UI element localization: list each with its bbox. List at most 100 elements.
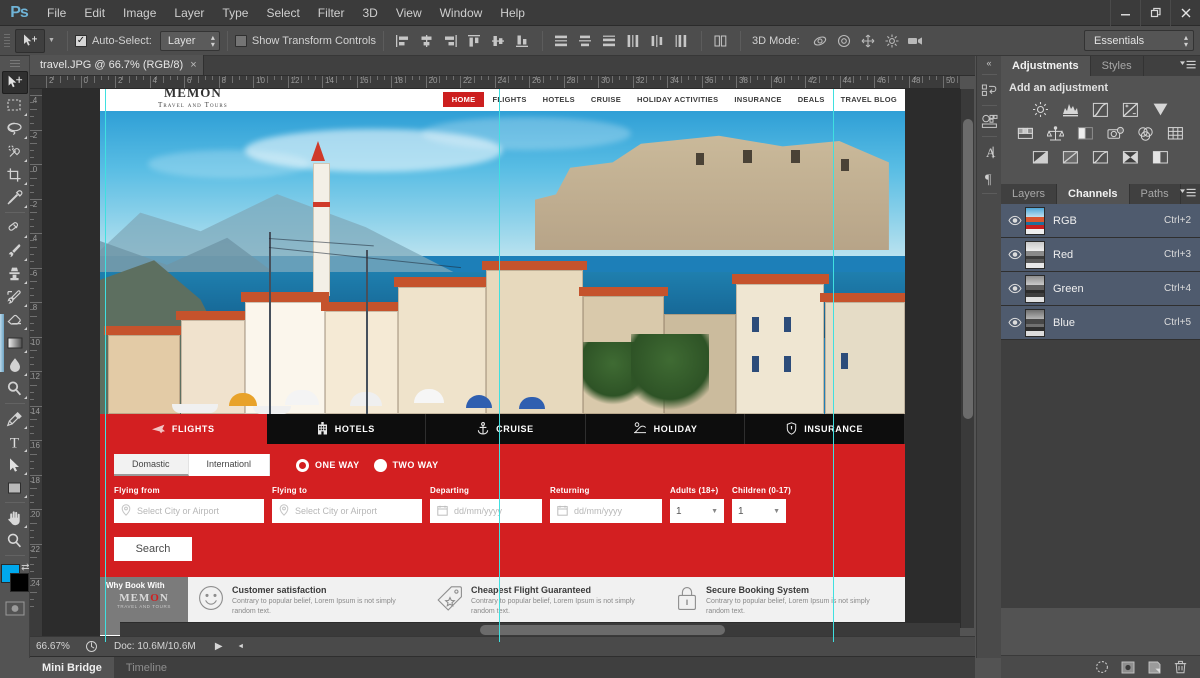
hue-saturation-icon[interactable]	[1016, 125, 1035, 142]
menu-select[interactable]: Select	[257, 2, 308, 24]
document-tab[interactable]: travel.JPG @ 66.7% (RGB/8) ×	[30, 55, 204, 75]
booking-tab-flights[interactable]: FLIGHTS	[100, 414, 267, 444]
hand-tool[interactable]	[2, 506, 28, 529]
rectangular-marquee-tool[interactable]	[2, 94, 28, 117]
3d-roll-icon[interactable]	[833, 30, 855, 52]
color-panel-icon[interactable]	[978, 108, 1001, 134]
pen-tool[interactable]	[2, 407, 28, 430]
children-select[interactable]: 1 ▼	[732, 499, 786, 523]
path-selection-tool[interactable]	[2, 453, 28, 476]
canvas-vertical-scrollbar[interactable]	[960, 89, 974, 628]
booking-tab-cruise[interactable]: CRUISE	[426, 414, 586, 444]
gradient-map-icon[interactable]	[1121, 149, 1140, 166]
save-selection-as-channel-icon[interactable]	[1120, 659, 1136, 675]
workspace-selector[interactable]: Essentials ▴ ▾	[1084, 30, 1194, 51]
dodge-tool[interactable]	[2, 377, 28, 400]
3d-slide-icon[interactable]	[881, 30, 903, 52]
close-button[interactable]	[1170, 0, 1200, 26]
menu-3d[interactable]: 3D	[353, 2, 386, 24]
menu-help[interactable]: Help	[491, 2, 534, 24]
horizontal-scroll-thumb[interactable]	[480, 625, 725, 635]
trip-scope-international[interactable]: Internationl	[188, 454, 271, 476]
channels-panel-menu-icon[interactable]	[1180, 188, 1196, 198]
tab-mini-bridge[interactable]: Mini Bridge	[30, 656, 114, 678]
tab-styles[interactable]: Styles	[1091, 56, 1144, 76]
menu-image[interactable]: Image	[114, 2, 165, 24]
channels-empty-area[interactable]	[1001, 340, 1200, 608]
threshold-icon[interactable]	[1091, 149, 1110, 166]
character-panel-icon[interactable]: A	[978, 139, 1001, 165]
minimize-button[interactable]	[1110, 0, 1140, 26]
topnav-hotels[interactable]: HOTELS	[535, 93, 583, 106]
tools-panel-grip[interactable]	[9, 58, 20, 68]
brightness-contrast-icon[interactable]	[1031, 101, 1050, 118]
load-channel-as-selection-icon[interactable]	[1094, 659, 1110, 675]
channel-row-rgb[interactable]: RGB Ctrl+2	[1001, 204, 1200, 238]
color-balance-icon[interactable]	[1046, 125, 1065, 142]
horizontal-type-tool[interactable]: T	[2, 430, 28, 453]
topnav-deals[interactable]: DEALS	[790, 93, 833, 106]
artboard[interactable]: MEMON Travel and Tours HOME FLIGHTS HOTE…	[100, 89, 905, 642]
align-left-edges-icon[interactable]	[392, 30, 414, 52]
zoom-tool[interactable]	[2, 529, 28, 552]
curves-icon[interactable]	[1091, 101, 1110, 118]
menu-filter[interactable]: Filter	[309, 2, 354, 24]
booking-tab-holiday[interactable]: HOLIDAY	[586, 414, 746, 444]
topnav-flights[interactable]: FLIGHTS	[484, 93, 534, 106]
rectangle-tool[interactable]	[2, 476, 28, 499]
menu-view[interactable]: View	[387, 2, 431, 24]
horizontal-ruler[interactable]: 2 0 2 4 6 8 10 12 14 16 18 20 22 24 26 28 30 32 34 36 38 40 42…	[30, 76, 960, 89]
distribute-top-edges-icon[interactable]	[551, 30, 573, 52]
vibrance-icon[interactable]	[1151, 101, 1170, 118]
crop-tool[interactable]	[2, 163, 28, 186]
clone-stamp-tool[interactable]	[2, 262, 28, 285]
distribute-right-edges-icon[interactable]	[671, 30, 693, 52]
guide-vertical-1[interactable]	[105, 89, 106, 642]
invert-icon[interactable]	[1031, 149, 1050, 166]
eye-icon[interactable]	[1005, 283, 1025, 294]
booking-tab-insurance[interactable]: INSURANCE	[745, 414, 905, 444]
menu-layer[interactable]: Layer	[165, 2, 213, 24]
channel-row-green[interactable]: Green Ctrl+4	[1001, 272, 1200, 306]
history-brush-tool[interactable]	[2, 285, 28, 308]
trip-type-one-way[interactable]: ONE WAY	[296, 458, 359, 472]
expand-dock-icon[interactable]: «	[986, 58, 991, 68]
align-right-edges-icon[interactable]	[440, 30, 462, 52]
menu-window[interactable]: Window	[431, 2, 492, 24]
eye-icon[interactable]	[1005, 249, 1025, 260]
color-swatches[interactable]: ⇄	[0, 562, 30, 592]
photo-filter-icon[interactable]	[1106, 125, 1125, 142]
trip-scope-domestic[interactable]: Domastic	[114, 454, 189, 476]
distribute-left-edges-icon[interactable]	[623, 30, 645, 52]
topnav-home[interactable]: HOME	[442, 92, 485, 107]
flying-from-input[interactable]: Select City or Airport	[114, 499, 264, 523]
tab-layers[interactable]: Layers	[1001, 184, 1058, 204]
topnav-insurance[interactable]: INSURANCE	[726, 93, 789, 106]
vertical-ruler[interactable]: 4 2 0 2 4 6 8 10 12 14 16 18 20 22 24	[30, 89, 43, 642]
topnav-travel-blog[interactable]: TRAVEL BLOG	[833, 93, 905, 106]
background-color-swatch[interactable]	[9, 573, 29, 592]
distribute-horizontal-centers-icon[interactable]	[647, 30, 669, 52]
adults-select[interactable]: 1 ▼	[670, 499, 724, 523]
zoom-level-field[interactable]: 66.67%	[30, 641, 80, 652]
menu-edit[interactable]: Edit	[75, 2, 114, 24]
selective-color-icon[interactable]	[1151, 149, 1170, 166]
eraser-tool[interactable]	[2, 308, 28, 331]
tab-adjustments[interactable]: Adjustments	[1001, 56, 1091, 76]
eye-icon[interactable]	[1005, 215, 1025, 226]
menu-type[interactable]: Type	[213, 2, 257, 24]
guide-vertical-3[interactable]	[833, 89, 834, 642]
guide-vertical-2[interactable]	[499, 89, 500, 642]
history-panel-icon[interactable]	[978, 77, 1001, 103]
trip-type-two-way[interactable]: TWO WAY	[373, 458, 439, 472]
returning-input[interactable]: dd/mm/yyyy	[550, 499, 662, 523]
canvas-area[interactable]: MEMON Travel and Tours HOME FLIGHTS HOTE…	[43, 89, 960, 642]
close-document-icon[interactable]: ×	[190, 59, 196, 71]
align-top-edges-icon[interactable]	[464, 30, 486, 52]
status-expand-icon[interactable]: ▶	[208, 641, 230, 652]
brush-tool[interactable]	[2, 239, 28, 262]
posterize-icon[interactable]	[1061, 149, 1080, 166]
flying-to-input[interactable]: Select City or Airport	[272, 499, 422, 523]
tab-timeline[interactable]: Timeline	[114, 657, 179, 678]
search-button[interactable]: Search	[114, 537, 192, 561]
